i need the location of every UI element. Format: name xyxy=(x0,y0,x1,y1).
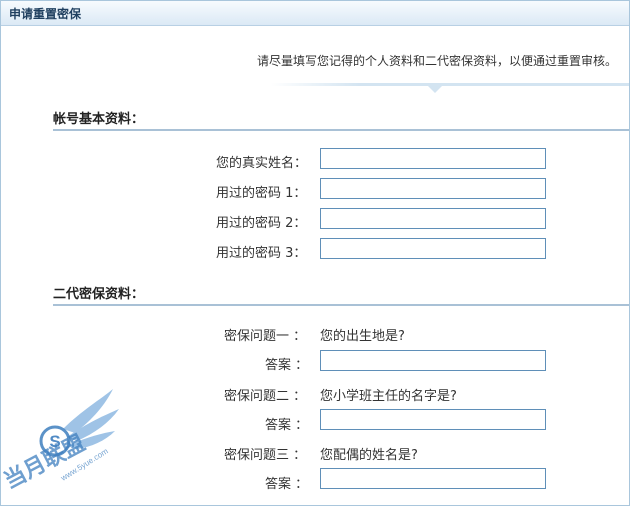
real-name-input[interactable] xyxy=(320,148,546,169)
security-question-3-label: 密保问题三 ： xyxy=(224,448,307,463)
security-section-divider xyxy=(53,304,629,306)
answer-2-input[interactable] xyxy=(320,409,546,430)
answer-3-input[interactable] xyxy=(320,468,546,489)
old-password-1-input[interactable] xyxy=(320,178,546,199)
old-password-2-input[interactable] xyxy=(320,208,546,229)
old-password-3-label: 用过的密码 3： xyxy=(216,246,307,261)
security-question-2-label: 密保问题二 ： xyxy=(224,389,307,404)
reset-security-panel: 申请重置密保 请尽量填写您记得的个人资料和二代密保资料，以便通过重置审核。 帐号… xyxy=(0,0,630,506)
title-bar: 申请重置密保 xyxy=(1,1,629,26)
account-section-heading: 帐号基本资料： xyxy=(53,112,145,127)
real-name-label: 您的真实姓名： xyxy=(216,156,308,171)
old-password-1-label: 用过的密码 1： xyxy=(216,186,307,201)
security-section-heading: 二代密保资料： xyxy=(53,287,145,302)
security-question-1-label: 密保问题一 ： xyxy=(224,329,307,344)
watermark-logo: S 当月联盟 www.5yue.com xyxy=(1,389,119,494)
security-question-2-text: 您小学班主任的名字是? xyxy=(320,389,457,404)
answer-2-label: 答案 ： xyxy=(265,418,309,433)
old-password-3-input[interactable] xyxy=(320,238,546,259)
security-question-3-text: 您配偶的姓名是? xyxy=(320,448,418,463)
old-password-2-label: 用过的密码 2： xyxy=(216,216,307,231)
answer-3-label: 答案 ： xyxy=(265,477,309,492)
answer-1-input[interactable] xyxy=(320,350,546,371)
security-question-1-text: 您的出生地是? xyxy=(320,329,405,344)
instruction-text: 请尽量填写您记得的个人资料和二代密保资料，以便通过重置审核。 xyxy=(256,54,617,68)
instruction-divider xyxy=(271,83,629,86)
account-section-divider xyxy=(53,129,629,131)
instruction-divider-notch xyxy=(428,86,442,93)
answer-1-label: 答案 ： xyxy=(265,358,309,373)
window-title: 申请重置密保 xyxy=(9,7,82,21)
